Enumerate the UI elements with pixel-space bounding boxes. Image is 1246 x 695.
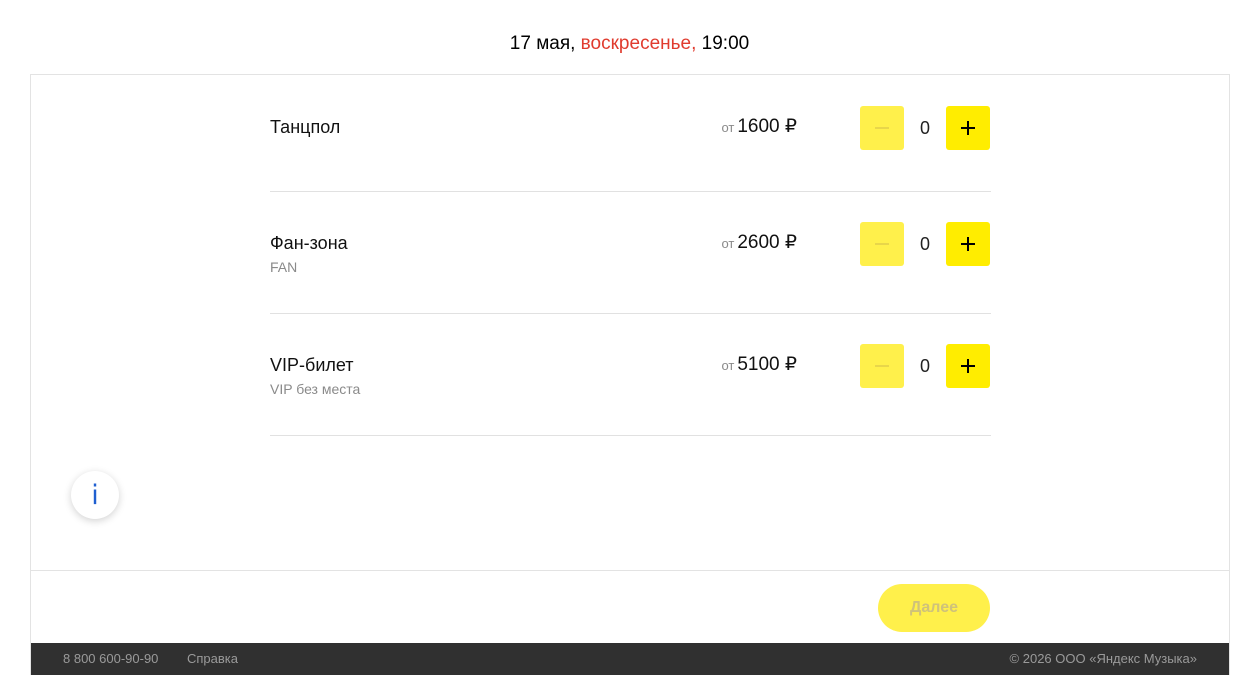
ticket-name: VIP-билет	[270, 355, 354, 375]
ticket-name: Танцпол	[270, 117, 341, 137]
ticket-price: от 1600 ₽	[721, 115, 797, 138]
ticket-subtitle: FAN	[270, 259, 298, 275]
session-date: 17 мая,	[509, 33, 576, 54]
ticket-row-fan-zone: Фан-зона FAN от 2600 ₽ 0	[270, 192, 991, 314]
quantity-stepper: 0	[860, 106, 990, 150]
plus-icon	[961, 237, 975, 251]
minus-icon	[875, 243, 889, 245]
price-prefix: от	[721, 358, 735, 373]
increase-button[interactable]	[946, 344, 990, 388]
increase-button[interactable]	[946, 222, 990, 266]
increase-button[interactable]	[946, 106, 990, 150]
ticket-name: Фан-зона	[270, 233, 348, 253]
price-amount: 2600 ₽	[737, 232, 797, 253]
ticket-price: от 2600 ₽	[721, 231, 797, 254]
info-icon: i	[91, 479, 99, 511]
quantity-stepper: 0	[860, 344, 990, 388]
next-button[interactable]: Далее	[878, 584, 990, 632]
decrease-button[interactable]	[860, 106, 904, 150]
plus-icon	[961, 359, 975, 373]
action-bar: Далее	[31, 570, 1229, 644]
help-link[interactable]: Справка	[187, 651, 238, 666]
minus-icon	[875, 365, 889, 367]
footer: 8 800 600-90-90 Справка © 2026 ООО «Янде…	[31, 643, 1229, 675]
quantity-value: 0	[919, 356, 930, 376]
ticket-list: Танцпол от 1600 ₽ 0 Фан-зона FAN от 2600…	[270, 75, 991, 436]
quantity-value: 0	[919, 234, 930, 254]
price-prefix: от	[721, 120, 735, 135]
ticket-price: от 5100 ₽	[721, 353, 797, 376]
ticket-row-vip: VIP-билет VIP без места от 5100 ₽ 0	[270, 314, 991, 436]
session-date-header: 17 мая, воскресенье, 19:00	[0, 32, 1246, 56]
plus-icon	[961, 121, 975, 135]
session-time: 19:00	[701, 33, 750, 54]
decrease-button[interactable]	[860, 344, 904, 388]
ticket-selection-panel: Танцпол от 1600 ₽ 0 Фан-зона FAN от 2600…	[30, 74, 1230, 675]
ticket-row-dancefloor: Танцпол от 1600 ₽ 0	[270, 75, 991, 192]
price-amount: 5100 ₽	[737, 354, 797, 375]
price-prefix: от	[721, 236, 735, 251]
support-phone-link[interactable]: 8 800 600-90-90	[63, 651, 158, 666]
quantity-value: 0	[919, 118, 930, 138]
copyright: © 2026 ООО «Яндекс Музыка»	[1009, 651, 1197, 666]
ticket-subtitle: VIP без места	[270, 381, 361, 397]
minus-icon	[875, 127, 889, 129]
decrease-button[interactable]	[860, 222, 904, 266]
quantity-stepper: 0	[860, 222, 990, 266]
session-weekday: воскресенье,	[580, 33, 697, 54]
info-button[interactable]: i	[71, 471, 119, 519]
price-amount: 1600 ₽	[737, 116, 797, 137]
